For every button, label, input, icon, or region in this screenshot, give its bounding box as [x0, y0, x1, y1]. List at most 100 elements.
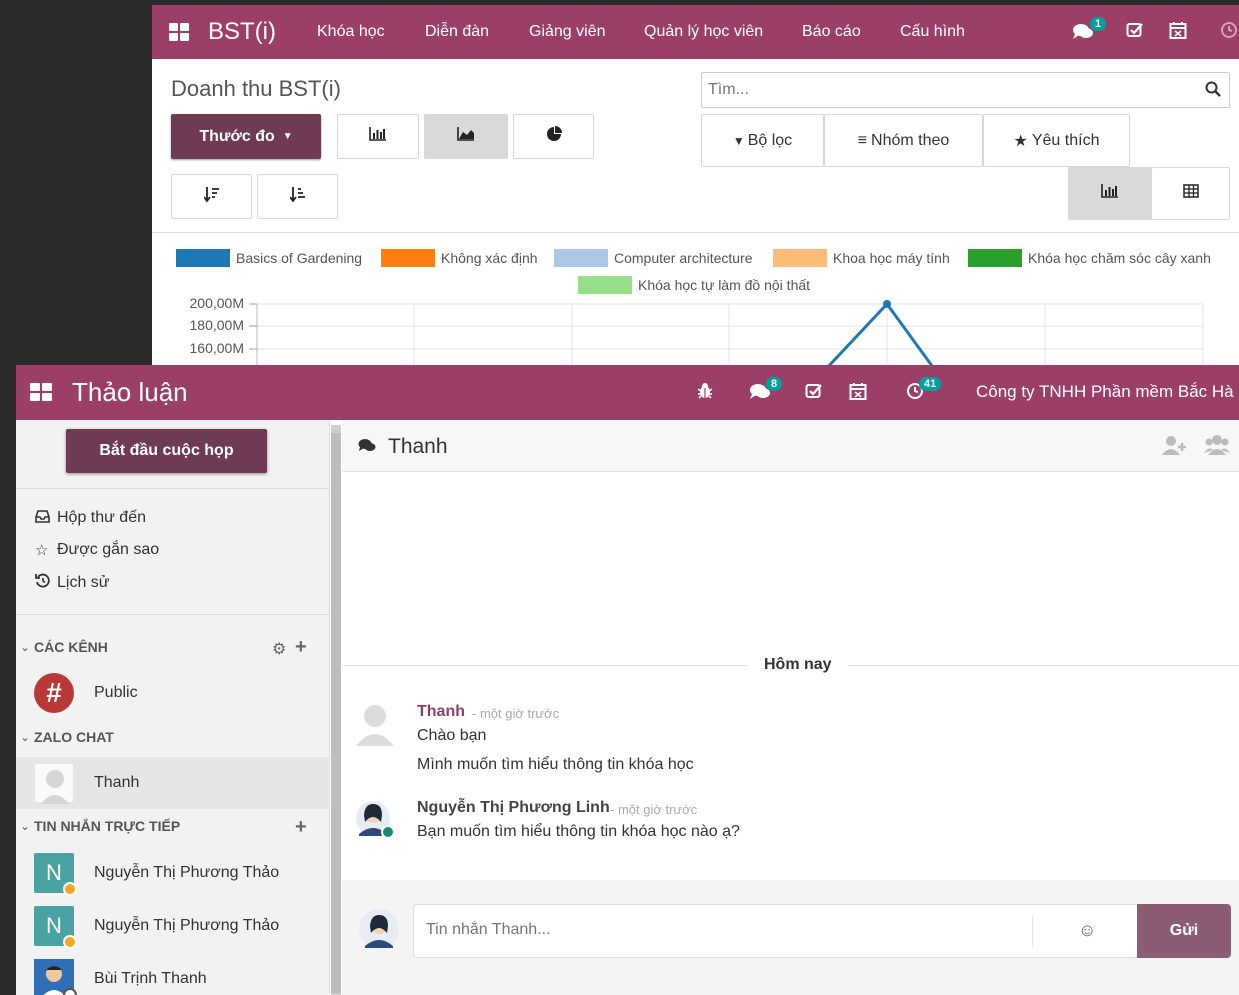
- add-channel-icon[interactable]: +: [295, 636, 307, 659]
- zalo-item-thanh[interactable]: Thanh: [16, 757, 330, 809]
- legend-label: Khoa học máy tính: [833, 250, 950, 266]
- add-direct-icon[interactable]: +: [295, 816, 307, 839]
- direct-item[interactable]: Bùi Trịnh Thanh: [16, 953, 330, 995]
- sidebar-item-history[interactable]: Lịch sử: [35, 573, 110, 592]
- avatar: [352, 700, 398, 751]
- direct-messages-header[interactable]: ⌄ TIN NHẮN TRỰC TIẾP: [16, 818, 180, 834]
- direct-label: Bùi Trịnh Thanh: [94, 970, 207, 987]
- bar-chart-button[interactable]: [337, 114, 419, 159]
- reporting-window: BST(i) Khóa học Diễn đàn Giảng viên Quản…: [152, 5, 1239, 365]
- sidebar-item-label: Được gắn sao: [57, 541, 160, 558]
- legend-item[interactable]: Computer architecture: [554, 249, 753, 267]
- data-point[interactable]: [883, 300, 891, 308]
- pivot-view-icon: [1182, 184, 1199, 203]
- search-input[interactable]: [708, 81, 1198, 99]
- calendar-icon[interactable]: [1169, 21, 1187, 45]
- scrollbar-thumb[interactable]: [331, 433, 341, 993]
- calendar-icon[interactable]: [849, 382, 867, 406]
- gear-icon[interactable]: ⚙: [272, 639, 286, 659]
- caret-down-icon: ▼: [282, 131, 293, 142]
- series-line: [827, 301, 934, 365]
- chevron-down-icon: ⌄: [20, 820, 30, 833]
- channels-header-label: CÁC KÊNH: [34, 639, 108, 655]
- measures-label: Thước đo: [199, 127, 275, 145]
- channel-item-public[interactable]: # Public: [16, 667, 330, 719]
- direct-item[interactable]: N Nguyễn Thị Phương Thảo: [16, 900, 330, 952]
- activity-check-icon[interactable]: [805, 382, 823, 405]
- channel-hash-icon: #: [34, 673, 74, 713]
- add-user-icon[interactable]: [1162, 435, 1188, 460]
- message-text: Chào bạn: [417, 727, 487, 744]
- sort-desc-button[interactable]: [171, 174, 252, 219]
- legend-item[interactable]: Không xác định: [381, 249, 538, 267]
- area-chart-button[interactable]: [424, 114, 508, 159]
- message-time: - một giờ trước: [610, 802, 698, 817]
- emoji-icon[interactable]: ☺: [1078, 920, 1096, 941]
- filter-button[interactable]: ▼ Bộ lọc: [701, 114, 824, 167]
- legend-swatch: [773, 249, 827, 267]
- direct-label: Nguyễn Thị Phương Thảo: [94, 864, 280, 881]
- menu-reports[interactable]: Báo cáo: [802, 23, 861, 41]
- legend-label: Không xác định: [441, 250, 538, 266]
- y-tick-label: 200,00M: [190, 295, 244, 311]
- avatar: N: [34, 853, 77, 896]
- sidebar-item-inbox[interactable]: Hộp thư đến: [35, 509, 146, 527]
- activity-check-icon[interactable]: [1126, 21, 1144, 44]
- day-separator-label: Hôm nay: [748, 656, 848, 674]
- search-icon[interactable]: [1205, 81, 1221, 102]
- message-author[interactable]: Nguyễn Thị Phương Linh: [417, 799, 610, 817]
- direct-item[interactable]: N Nguyễn Thị Phương Thảo: [16, 847, 330, 899]
- activity-badge: 41: [919, 377, 942, 391]
- legend-item[interactable]: Khóa học chăm sóc cây xanh: [968, 249, 1211, 267]
- company-switcher[interactable]: Công ty TNHH Phần mềm Bắc Hà: [976, 382, 1234, 402]
- start-meeting-button[interactable]: Bắt đầu cuộc họp: [66, 429, 267, 473]
- sidebar-scrollbar[interactable]: [331, 425, 341, 995]
- menu-students[interactable]: Quản lý học viên: [644, 23, 763, 41]
- search-bar[interactable]: [701, 72, 1230, 108]
- menu-config[interactable]: Cấu hình: [900, 23, 965, 41]
- inbox-icon: [35, 509, 57, 527]
- menu-instructors[interactable]: Giảng viên: [529, 23, 606, 41]
- y-tick-label: 180,00M: [190, 317, 244, 333]
- messages-badge: 1: [1090, 17, 1107, 31]
- apps-menu-icon[interactable]: [169, 23, 189, 41]
- members-icon[interactable]: [1204, 434, 1230, 460]
- line-chart: 200,00M 180,00M 160,00M: [190, 295, 1204, 365]
- message-author[interactable]: Thanh: [417, 703, 465, 721]
- y-tick-label: 160,00M: [190, 340, 244, 356]
- status-offline-icon: [63, 988, 77, 995]
- clock-icon[interactable]: [1220, 21, 1238, 44]
- legend-item[interactable]: Basics of Gardening: [176, 249, 362, 267]
- legend-swatch: [176, 249, 230, 267]
- avatar-initial: N: [46, 860, 62, 885]
- zalo-label: Thanh: [94, 774, 140, 791]
- legend-item[interactable]: Khoa học máy tính: [773, 249, 950, 267]
- legend-swatch: [554, 249, 608, 267]
- message-input[interactable]: [426, 921, 1026, 939]
- composer: ☺ Gửi: [342, 880, 1239, 995]
- chart-grid: [249, 303, 1204, 365]
- apps-menu-icon[interactable]: [30, 383, 52, 401]
- avatar: [34, 959, 77, 995]
- zalo-header[interactable]: ⌄ ZALO CHAT: [16, 729, 113, 745]
- menu-courses[interactable]: Khóa học: [317, 23, 385, 41]
- sidebar-item-label: Lịch sử: [57, 573, 110, 591]
- send-button[interactable]: Gửi: [1137, 904, 1231, 958]
- bug-icon[interactable]: [696, 382, 714, 405]
- menu-forum[interactable]: Diễn đàn: [425, 23, 489, 41]
- favorites-button[interactable]: ★ Yêu thích: [983, 114, 1130, 167]
- pie-chart-button[interactable]: [513, 114, 594, 159]
- comments-icon: [358, 438, 376, 458]
- pivot-view-button[interactable]: [1151, 167, 1230, 220]
- sidebar-divider: [16, 614, 330, 615]
- avatar: [358, 908, 400, 955]
- channels-header[interactable]: ⌄ CÁC KÊNH: [16, 639, 108, 655]
- message-text: Mình muốn tìm hiểu thông tin khóa học: [417, 756, 694, 773]
- measures-button[interactable]: Thước đo ▼: [171, 114, 321, 159]
- graph-view-button[interactable]: [1068, 167, 1152, 220]
- sidebar-item-starred[interactable]: ☆ Được gắn sao: [35, 541, 159, 559]
- composer-box[interactable]: ☺: [413, 904, 1138, 958]
- group-by-button[interactable]: ≡ Nhóm theo: [824, 114, 983, 167]
- discuss-window: Thảo luận 8 41 Công ty TNHH Phần mềm Bắc…: [16, 365, 1239, 995]
- sort-asc-button[interactable]: [257, 174, 338, 219]
